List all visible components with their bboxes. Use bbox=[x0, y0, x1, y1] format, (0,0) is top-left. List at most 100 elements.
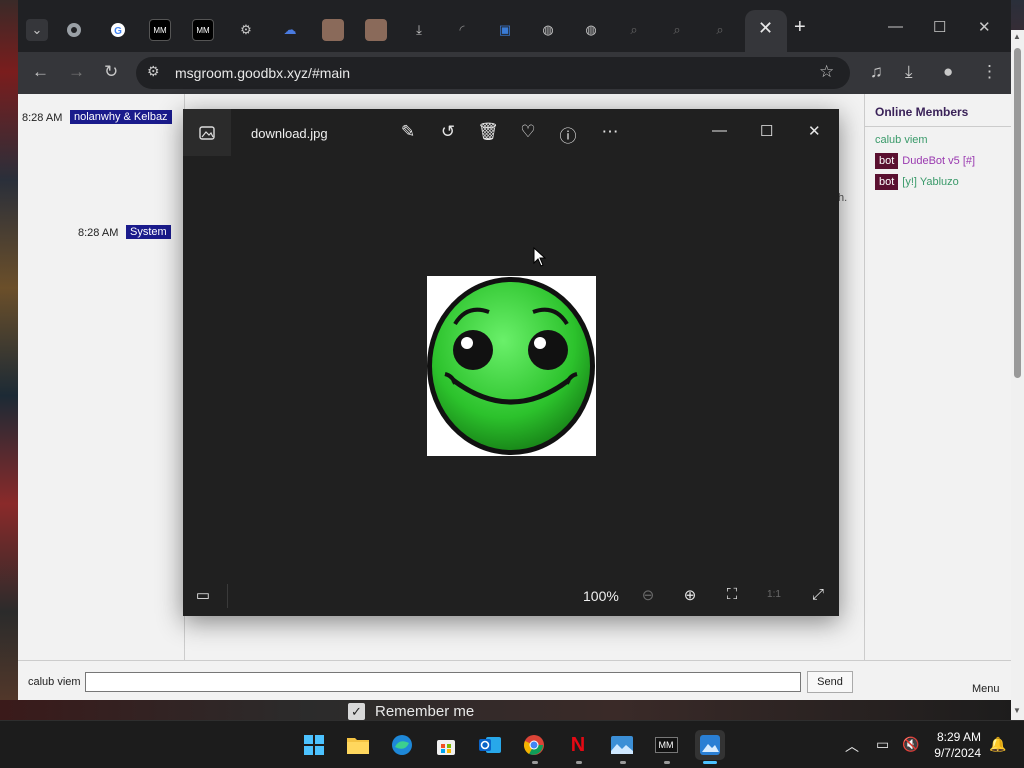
site-settings-icon[interactable]: ⚙ bbox=[147, 63, 160, 80]
bottom-separator bbox=[227, 584, 228, 608]
maximize-icon[interactable]: ☐ bbox=[933, 18, 946, 36]
members-title: Online Members bbox=[875, 105, 969, 119]
reload-icon[interactable]: ↻ bbox=[104, 62, 118, 82]
remember-me-label: Remember me bbox=[375, 702, 475, 720]
favorite-heart-icon[interactable]: ♡ bbox=[517, 122, 539, 142]
tab-cloud-icon[interactable]: ☁ bbox=[279, 19, 301, 41]
tab-terminal-icon[interactable]: ▣ bbox=[494, 19, 516, 41]
edit-image-icon[interactable]: ✎ bbox=[397, 122, 419, 142]
zoom-out-icon[interactable]: ⊖ bbox=[637, 586, 659, 604]
system-clock[interactable]: 8:29 AM 9/7/2024 bbox=[925, 729, 981, 761]
new-tab-button[interactable]: + bbox=[794, 16, 806, 39]
desktop-wallpaper-left bbox=[0, 0, 18, 720]
bot-badge: bot bbox=[875, 153, 899, 169]
forward-icon[interactable]: → bbox=[68, 62, 85, 82]
tab-search-icon-3[interactable]: ⌕ bbox=[666, 19, 688, 41]
message-text-fragment: h. bbox=[838, 192, 848, 204]
remember-me-row: ✓ Remember me bbox=[348, 702, 474, 720]
member-item[interactable]: calub viem bbox=[875, 134, 928, 146]
tab-strip: ⌄ G MM MM ⚙ ☁ ⤓ ◜ ▣ ◍ ◍ ⌕ ⌕ ⌕ ✕ + — ☐ ✕ bbox=[18, 0, 1011, 52]
zoom-level[interactable]: 100% bbox=[583, 588, 619, 604]
msgroom-icon[interactable]: MM bbox=[651, 730, 681, 760]
close-window-icon[interactable]: ✕ bbox=[978, 18, 991, 36]
scrollbar-thumb[interactable] bbox=[1014, 48, 1021, 378]
send-button[interactable]: Send bbox=[807, 671, 853, 693]
info-icon[interactable]: ⓘ bbox=[557, 122, 579, 147]
tab-gear-icon[interactable]: ⚙ bbox=[235, 19, 257, 41]
tab-avatar-icon[interactable] bbox=[322, 19, 344, 41]
delete-icon[interactable]: 🗑 bbox=[477, 122, 499, 142]
green-smiley-face-image bbox=[427, 277, 595, 455]
photos-icon[interactable] bbox=[607, 730, 637, 760]
member-item[interactable]: bot DudeBot v5 [#] bbox=[875, 153, 975, 169]
tab-loading-icon[interactable]: ◜ bbox=[451, 19, 473, 41]
minimize-icon[interactable]: — bbox=[888, 18, 903, 35]
windows-taskbar: N MM ︿ ▭ 🔇 8:29 AM 9/7/2024 🔔 bbox=[0, 720, 1024, 768]
bookmark-star-icon[interactable]: ☆ bbox=[819, 62, 834, 82]
notification-bell-icon[interactable]: 🔔 bbox=[989, 736, 1006, 753]
back-icon[interactable]: ← bbox=[32, 62, 49, 82]
message-input[interactable] bbox=[85, 672, 801, 692]
tab-avatar-icon-2[interactable] bbox=[365, 19, 387, 41]
menu-link[interactable]: Menu bbox=[972, 683, 1000, 695]
file-explorer-icon[interactable] bbox=[343, 730, 373, 760]
edge-icon[interactable] bbox=[387, 730, 417, 760]
photos-viewer-icon[interactable] bbox=[695, 730, 725, 760]
menu-dots-icon[interactable]: ⋮ bbox=[981, 62, 998, 82]
svg-text:G: G bbox=[114, 26, 122, 37]
network-icon[interactable]: ▭ bbox=[876, 736, 889, 753]
bot-badge: bot bbox=[875, 174, 899, 190]
netflix-icon[interactable]: N bbox=[563, 730, 593, 760]
tab-download-icon[interactable]: ⤓ bbox=[408, 19, 430, 41]
profile-icon[interactable]: ● bbox=[943, 62, 953, 82]
member-name: [y!] Yabluzo bbox=[902, 176, 959, 188]
displayed-image[interactable] bbox=[427, 276, 596, 456]
outlook-icon[interactable] bbox=[475, 730, 505, 760]
tab-globe-icon[interactable]: ◍ bbox=[537, 19, 559, 41]
windows-start-icon[interactable] bbox=[299, 730, 329, 760]
viewer-minimize-icon[interactable]: — bbox=[712, 122, 727, 139]
actual-size-icon[interactable]: 1:1 bbox=[763, 589, 785, 600]
tab-search-icon-2[interactable]: ⌕ bbox=[623, 19, 645, 41]
tab-msgroom-icon[interactable]: MM bbox=[149, 19, 171, 41]
viewer-filename: download.jpg bbox=[251, 126, 328, 141]
full-screen-icon[interactable]: ⤢ bbox=[807, 586, 829, 603]
store-icon[interactable] bbox=[431, 730, 461, 760]
active-indicator bbox=[703, 761, 717, 764]
photos-app-icon[interactable] bbox=[183, 109, 231, 156]
rotate-icon[interactable]: ↺ bbox=[437, 122, 459, 142]
scroll-up-icon[interactable]: ▲ bbox=[1013, 32, 1021, 41]
tab-google-icon[interactable]: G bbox=[107, 19, 129, 41]
clock-time: 8:29 AM bbox=[936, 730, 981, 744]
viewer-maximize-icon[interactable]: ☐ bbox=[760, 122, 773, 140]
member-name: DudeBot v5 [#] bbox=[902, 155, 976, 167]
media-controls-icon[interactable]: ♫ bbox=[870, 62, 883, 82]
zoom-in-icon[interactable]: ⊕ bbox=[679, 586, 701, 604]
tab-search-icon-4[interactable]: ⌕ bbox=[709, 19, 731, 41]
message-user[interactable]: nolanwhy & Kelbaz bbox=[70, 110, 172, 124]
running-indicator bbox=[664, 761, 670, 764]
url-text[interactable]: msgroom.goodbx.xyz/#main bbox=[175, 65, 350, 81]
filmstrip-icon[interactable]: ▭ bbox=[192, 586, 214, 604]
mouse-cursor-icon bbox=[533, 247, 547, 267]
checkbox-checked-icon[interactable]: ✓ bbox=[348, 702, 365, 720]
message-user[interactable]: System bbox=[126, 225, 171, 239]
download-icon[interactable]: ⤓ bbox=[905, 62, 913, 82]
viewer-close-icon[interactable]: ✕ bbox=[808, 122, 821, 140]
volume-muted-icon[interactable]: 🔇 bbox=[902, 736, 919, 753]
chrome-icon[interactable] bbox=[519, 730, 549, 760]
tab-chrome-icon[interactable] bbox=[63, 19, 85, 41]
tab-close-icon[interactable]: ✕ bbox=[758, 18, 773, 39]
fit-to-window-icon[interactable]: ⛶ bbox=[721, 586, 743, 603]
page-scrollbar[interactable]: ▲ ▼ bbox=[1011, 30, 1024, 720]
scroll-down-icon[interactable]: ▼ bbox=[1013, 706, 1021, 715]
tab-msgroom-icon-2[interactable]: MM bbox=[192, 19, 214, 41]
photos-viewer-window: download.jpg ✎ ↺ 🗑 ♡ ⓘ ⋯ — ☐ ✕ ▭ 100% ⊖ … bbox=[183, 109, 839, 616]
show-hidden-icons-chevron-icon[interactable]: ︿ bbox=[845, 736, 859, 756]
message-time: 8:28 AM bbox=[22, 112, 63, 124]
member-item[interactable]: bot [y!] Yabluzo bbox=[875, 174, 959, 190]
tab-search-icon[interactable]: ⌄ bbox=[26, 19, 48, 41]
clock-date: 9/7/2024 bbox=[934, 746, 981, 760]
tab-globe-icon-2[interactable]: ◍ bbox=[580, 19, 602, 41]
more-options-icon[interactable]: ⋯ bbox=[599, 122, 621, 142]
